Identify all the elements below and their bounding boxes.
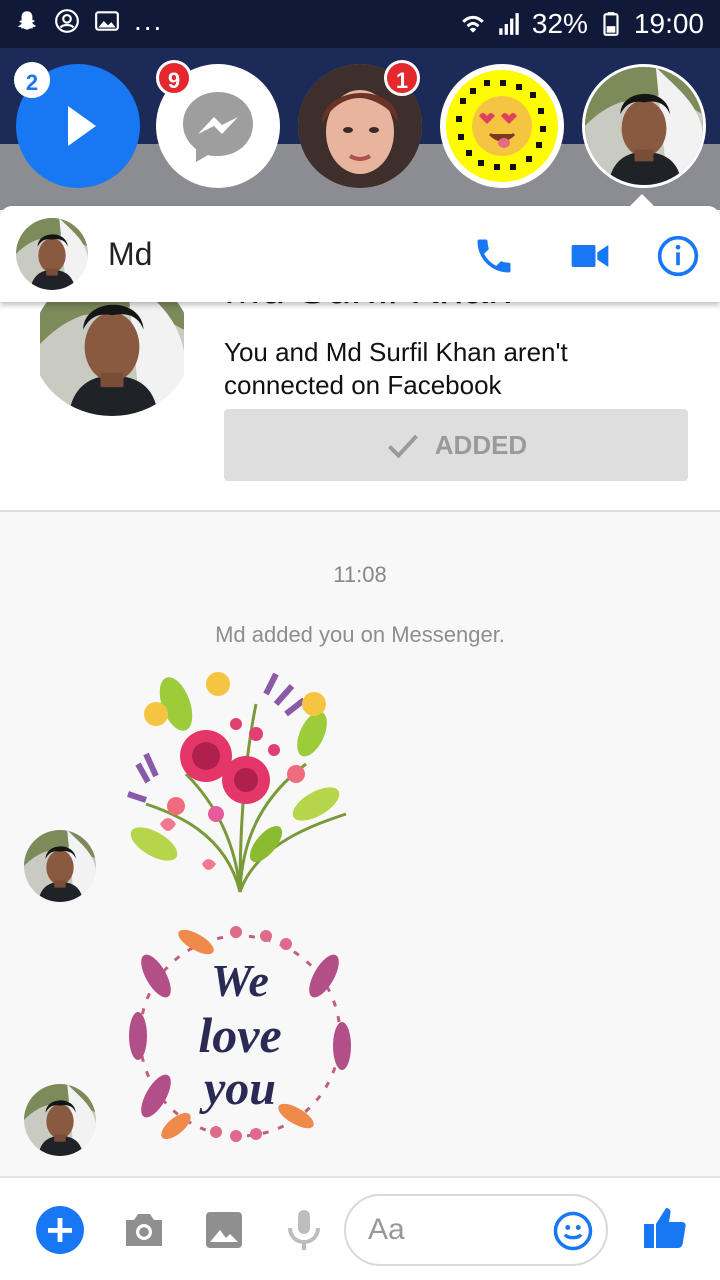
signal-icon (499, 13, 519, 35)
contact-photo (585, 67, 703, 185)
chat-head-contact[interactable] (582, 64, 706, 188)
phone-icon[interactable] (472, 234, 516, 278)
status-bar: ... 32% 19:00 (0, 0, 720, 48)
wifi-icon (462, 15, 484, 33)
more-notifications: ... (134, 5, 164, 36)
profile-avatar[interactable] (32, 302, 192, 416)
sender-avatar[interactable] (24, 1084, 96, 1156)
svg-text:you: you (199, 1062, 276, 1115)
image-icon[interactable] (200, 1206, 248, 1254)
snapchat-icon (18, 11, 36, 30)
checkmark-icon (387, 434, 418, 459)
connection-status-text: You and Md Surfil Khan aren't connected … (224, 337, 568, 400)
profile-name: Md Surfil Khan (224, 302, 513, 314)
message-input-wrapper (344, 1194, 608, 1266)
battery-percent: 32% (531, 8, 588, 39)
chat-head-badge: 1 (384, 60, 420, 96)
clock: 19:00 (633, 8, 704, 39)
we-love-you-sticker[interactable]: We love you (116, 916, 364, 1156)
mic-icon[interactable] (280, 1206, 328, 1254)
added-button[interactable]: ADDED (224, 409, 688, 481)
thumbs-up-icon[interactable] (640, 1202, 688, 1254)
system-notice: Md added you on Messenger. (215, 622, 505, 647)
add-icon[interactable] (36, 1206, 84, 1254)
message-input[interactable] (368, 1210, 548, 1250)
active-head-pointer (628, 194, 656, 208)
conversation-header: Md (0, 206, 720, 302)
sender-avatar[interactable] (24, 830, 96, 902)
chat-head-badge: 2 (14, 62, 50, 98)
added-label: ADDED (434, 429, 528, 460)
message-composer (0, 1176, 720, 1280)
camera-icon[interactable] (120, 1206, 168, 1254)
avatar[interactable] (16, 218, 88, 290)
svg-text:love: love (198, 1007, 281, 1063)
profile-section: Md Surfil Khan You and Md Surfil Khan ar… (0, 302, 720, 512)
info-icon[interactable] (656, 234, 700, 278)
contact-name[interactable]: Md (108, 236, 152, 273)
battery-icon (603, 12, 619, 36)
gallery-icon (95, 11, 119, 31)
chat-head-snapcode[interactable] (440, 64, 564, 188)
snapcode-icon (446, 70, 558, 182)
video-icon[interactable] (568, 234, 612, 278)
svg-text:We: We (211, 955, 269, 1006)
floral-sticker[interactable] (116, 664, 364, 900)
emoji-icon[interactable] (552, 1210, 594, 1252)
account-icon (55, 9, 79, 33)
message-timestamp: 11:08 (333, 562, 387, 587)
chat-head-badge: 9 (156, 60, 192, 96)
